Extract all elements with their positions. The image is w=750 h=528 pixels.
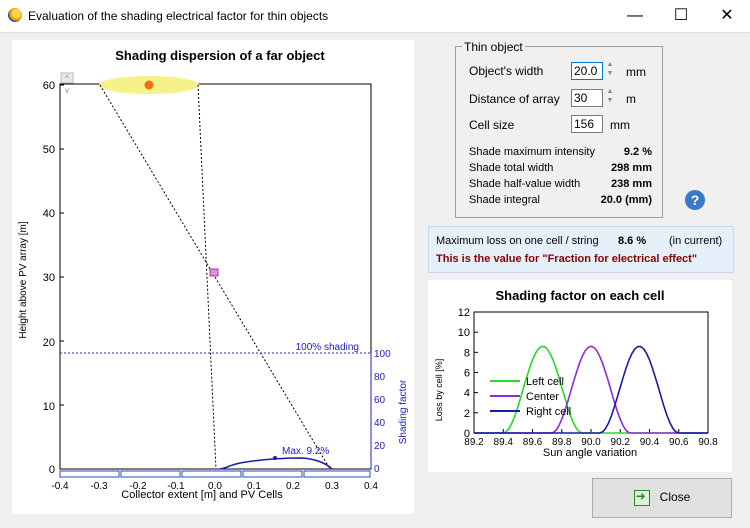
result-label: Shade integral: [469, 194, 540, 206]
left-chart-title: Shading dispersion of a far object: [115, 48, 325, 63]
y-tick: 10: [458, 327, 470, 339]
app-icon: [8, 8, 22, 22]
y-tick: 12: [458, 307, 470, 319]
legend-label: Right cell: [526, 406, 571, 418]
shading-tick: 80: [374, 372, 386, 383]
y-tick: 20: [43, 337, 55, 349]
distance-unit: m: [626, 92, 636, 106]
x-tick: 0.3: [325, 481, 339, 492]
close-button-label: Close: [659, 490, 691, 505]
y-tick: 0: [49, 464, 55, 476]
distance-label: Distance of array: [469, 92, 560, 106]
y-tick: 40: [43, 208, 55, 220]
y-tick: 2: [464, 408, 470, 420]
right-y-label: Loss by cell [%]: [434, 359, 444, 422]
result-value: 298 mm: [611, 162, 652, 174]
cell-size-input[interactable]: [571, 115, 603, 133]
y-tick: 10: [43, 401, 55, 413]
maximize-button[interactable]: ☐: [658, 0, 704, 32]
right-plot-frame: [473, 311, 709, 434]
shading-factor-panel: Shading factor on each cell Loss by cell…: [428, 280, 732, 472]
right-x-label: Sun angle variation: [543, 447, 637, 459]
shading-tick: 40: [374, 418, 386, 429]
pv-cell: [120, 470, 181, 478]
x-tick: 90.0: [581, 437, 601, 448]
cell-size-label: Cell size: [469, 118, 515, 132]
max-loss-note: (in current): [669, 235, 723, 247]
legend-label: Center: [526, 391, 559, 403]
result-label: Shade total width: [469, 162, 554, 174]
pv-cell: [242, 470, 303, 478]
width-spinner[interactable]: ▲ ▼: [605, 60, 615, 78]
shading-dispersion-panel: Shading dispersion of a far object 0 10 …: [12, 40, 414, 514]
left-y-label: Height above PV array [m]: [18, 221, 29, 338]
result-value: 9.2 %: [623, 146, 652, 158]
object-marker: [209, 268, 219, 277]
legend-label: Left cell: [526, 376, 564, 388]
pv-cell: [303, 470, 371, 478]
x-tick: -0.4: [51, 481, 69, 492]
exit-icon: ➜: [633, 489, 650, 506]
x-tick: -0.3: [90, 481, 108, 492]
x-tick: 89.6: [523, 437, 543, 448]
x-tick: 90.4: [640, 437, 660, 448]
shading-tick: 60: [374, 395, 386, 406]
right-chart-title: Shading factor on each cell: [495, 288, 664, 303]
width-unit: mm: [626, 65, 646, 79]
x-tick: 89.2: [464, 437, 484, 448]
shading-dispersion-chart: Shading dispersion of a far object 0 10 …: [18, 48, 409, 501]
close-button[interactable]: ➜ Close: [592, 478, 732, 518]
fraction-note: This is the value for "Fraction for elec…: [436, 253, 698, 265]
max-loss-label: Maximum loss on one cell / string: [436, 235, 599, 247]
thin-object-legend: Thin object: [462, 40, 525, 54]
y-tick: 8: [464, 347, 470, 359]
result-label: Shade half-value width: [469, 178, 581, 190]
x-tick: 90.8: [698, 437, 718, 448]
max-loss-box: Maximum loss on one cell / string 8.6 % …: [428, 226, 734, 273]
shading-tick: 100: [374, 349, 391, 360]
y-tick: 6: [464, 368, 470, 380]
shading-axis-label: Shading factor: [398, 379, 409, 444]
minimize-button[interactable]: —: [612, 0, 658, 32]
pv-cell: [59, 470, 120, 478]
shading-tick: 0: [374, 464, 380, 475]
result-value: 238 mm: [611, 178, 652, 190]
left-x-label: Collector extent [m] and PV Cells: [121, 489, 283, 501]
result-label: Shade maximum intensity: [469, 146, 595, 158]
x-tick: 90.6: [669, 437, 689, 448]
shading-factor-chart: Shading factor on each cell Loss by cell…: [434, 288, 718, 459]
close-window-button[interactable]: ✕: [704, 0, 750, 32]
y-tick: 4: [464, 388, 470, 400]
y-tick: 30: [43, 272, 55, 284]
max-shading-label: Max. 9.2%: [282, 446, 329, 457]
distance-spinner[interactable]: ▲ ▼: [605, 87, 615, 105]
distance-input[interactable]: [571, 89, 603, 107]
y-tick: 50: [43, 144, 55, 156]
shading-100-label: 100% shading: [296, 342, 359, 353]
result-value: 20.0 (mm): [600, 194, 652, 206]
width-input[interactable]: [571, 62, 603, 80]
x-tick: 89.8: [552, 437, 572, 448]
x-tick: 0.4: [364, 481, 378, 492]
cell-size-unit: mm: [610, 118, 630, 132]
shading-tick: 20: [374, 441, 386, 452]
window-title: Evaluation of the shading electrical fac…: [28, 9, 329, 23]
sun-icon: [144, 80, 154, 90]
x-tick: 89.4: [494, 437, 514, 448]
width-label: Object's width: [469, 64, 544, 78]
x-tick: 0.2: [286, 481, 300, 492]
x-tick: 90.2: [611, 437, 631, 448]
title-bar: Evaluation of the shading electrical fac…: [0, 0, 750, 33]
svg-text:^: ^: [65, 74, 69, 83]
help-icon[interactable]: ?: [685, 190, 705, 210]
max-loss-value: 8.6 %: [618, 235, 647, 247]
y-tick: 60: [43, 80, 55, 92]
pv-cell: [181, 470, 242, 478]
svg-text:v: v: [65, 86, 69, 95]
